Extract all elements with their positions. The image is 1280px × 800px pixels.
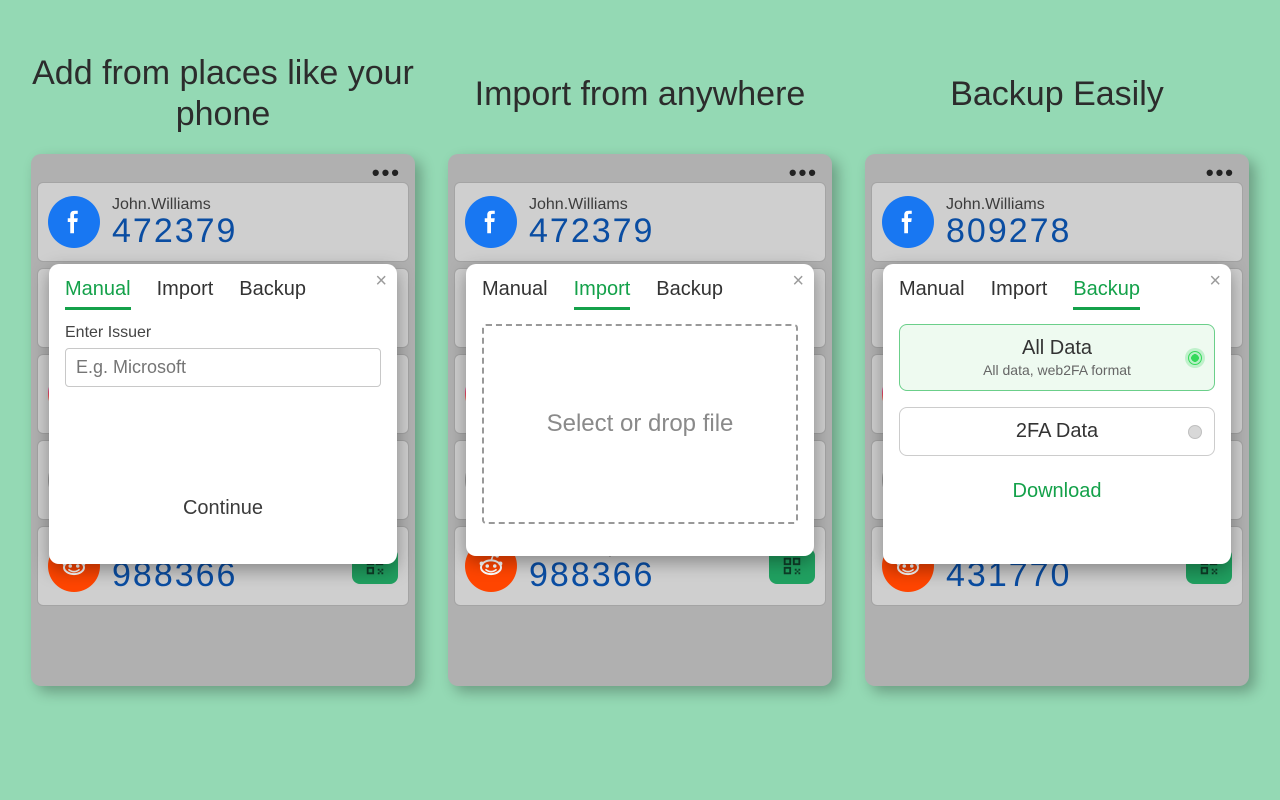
account-row-facebook[interactable]: John.Williams 809278 — [871, 182, 1243, 262]
more-icon[interactable]: ••• — [789, 162, 818, 184]
download-button[interactable]: Download — [899, 480, 1215, 503]
phone-mock-1: ••• John.Williams 472379 — [31, 154, 415, 686]
option-title: All Data — [914, 337, 1200, 360]
radio-icon — [1188, 351, 1202, 365]
account-code: 809278 — [946, 214, 1071, 248]
modal-tabs: Manual Import Backup — [899, 278, 1215, 310]
modal-tabs: Manual Import Backup — [482, 278, 798, 310]
tab-backup[interactable]: Backup — [1073, 278, 1140, 310]
tab-manual[interactable]: Manual — [65, 278, 131, 310]
close-icon[interactable]: × — [375, 270, 387, 293]
backup-option-all[interactable]: All Data All data, web2FA format — [899, 324, 1215, 391]
option-sub: All data, web2FA format — [914, 362, 1200, 378]
tab-import[interactable]: Import — [157, 278, 214, 310]
heading-import: Import from anywhere — [475, 34, 806, 154]
tab-backup[interactable]: Backup — [239, 278, 306, 310]
account-code: 472379 — [529, 214, 654, 248]
column-manual: Add from places like your phone ••• John… — [28, 34, 418, 800]
radio-icon — [1188, 425, 1202, 439]
modal-import: × Manual Import Backup Select or drop fi… — [466, 264, 814, 556]
tab-import[interactable]: Import — [574, 278, 631, 310]
close-icon[interactable]: × — [792, 270, 804, 293]
heading-manual: Add from places like your phone — [28, 34, 418, 154]
facebook-icon — [48, 196, 100, 248]
account-row-facebook[interactable]: John.Williams 472379 — [454, 182, 826, 262]
modal-backup: × Manual Import Backup All Data All data… — [883, 264, 1231, 564]
column-backup: Backup Easily ••• John.Williams 809278 — [862, 34, 1252, 800]
continue-button[interactable]: Continue — [65, 497, 381, 520]
heading-backup: Backup Easily — [950, 34, 1164, 154]
account-text: John.Williams 472379 — [112, 196, 237, 248]
column-import: Import from anywhere ••• John.Williams 4… — [445, 34, 835, 800]
phone-mock-3: ••• John.Williams 809278 — [865, 154, 1249, 686]
facebook-icon — [465, 196, 517, 248]
modal-tabs: Manual Import Backup — [65, 278, 381, 310]
issuer-input[interactable] — [65, 348, 381, 387]
modal-manual: × Manual Import Backup Enter Issuer Cont… — [49, 264, 397, 564]
option-title: 2FA Data — [914, 420, 1200, 443]
facebook-icon — [882, 196, 934, 248]
account-code: 472379 — [112, 214, 237, 248]
more-icon[interactable]: ••• — [372, 162, 401, 184]
tab-import[interactable]: Import — [991, 278, 1048, 310]
account-code: 988366 — [529, 558, 654, 592]
tab-backup[interactable]: Backup — [656, 278, 723, 310]
account-row-facebook[interactable]: John.Williams 472379 — [37, 182, 409, 262]
tab-manual[interactable]: Manual — [482, 278, 548, 310]
backup-option-2fa[interactable]: 2FA Data — [899, 407, 1215, 456]
phone-mock-2: ••• John.Williams 472379 — [448, 154, 832, 686]
file-dropzone[interactable]: Select or drop file — [482, 324, 798, 524]
issuer-label: Enter Issuer — [65, 324, 381, 342]
close-icon[interactable]: × — [1209, 270, 1221, 293]
tab-manual[interactable]: Manual — [899, 278, 965, 310]
more-icon[interactable]: ••• — [1206, 162, 1235, 184]
